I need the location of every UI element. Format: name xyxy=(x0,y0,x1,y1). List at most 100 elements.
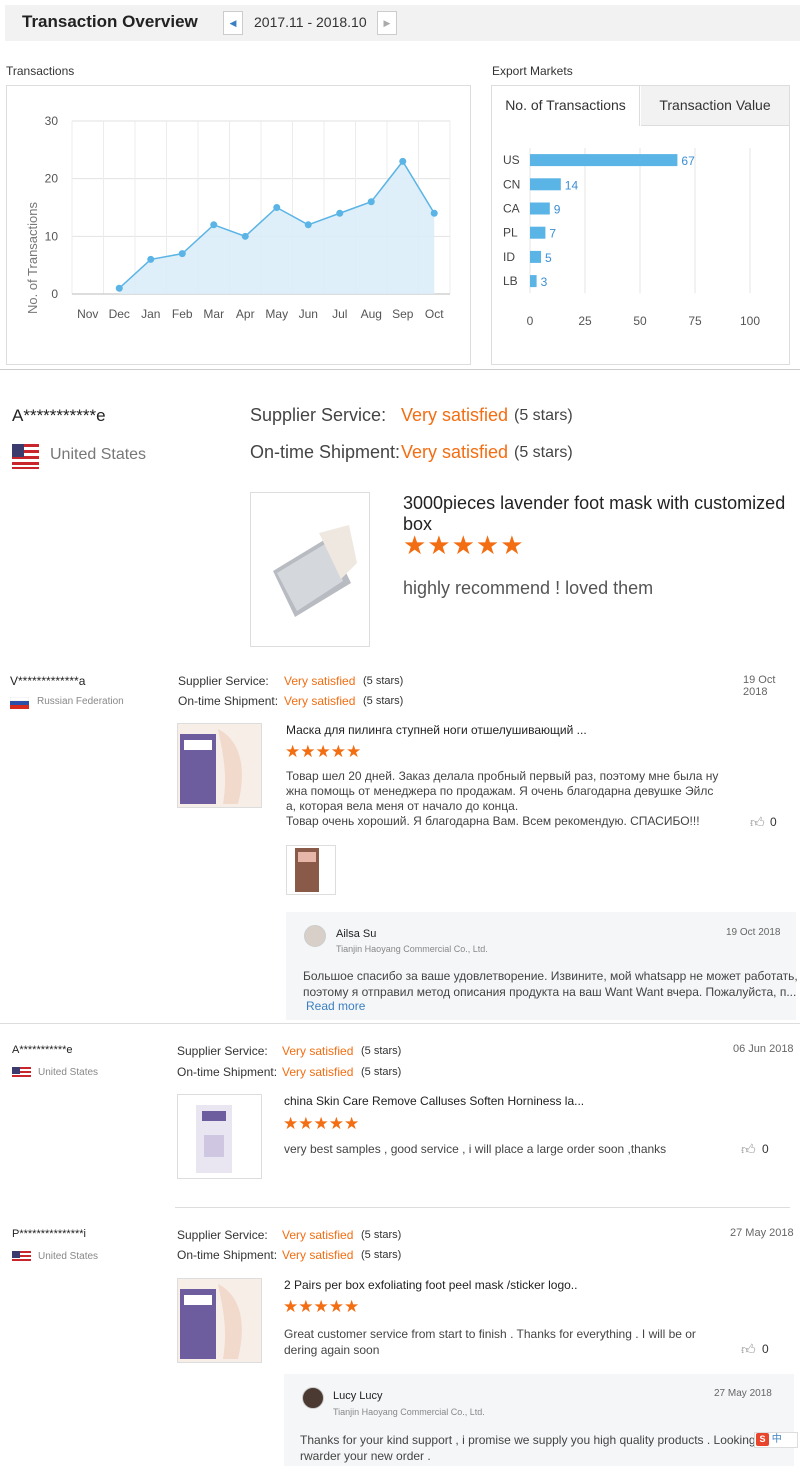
data-point[interactable] xyxy=(367,198,375,206)
product-image[interactable] xyxy=(250,492,370,647)
transactions-label: Transactions xyxy=(6,64,75,78)
x-tick-label: Nov xyxy=(77,307,98,321)
supplier-service-value: Very satisfied xyxy=(282,1044,354,1058)
data-point[interactable] xyxy=(304,221,312,229)
bar[interactable] xyxy=(530,226,546,239)
bar[interactable] xyxy=(530,275,537,288)
bar[interactable] xyxy=(530,154,678,167)
data-point[interactable] xyxy=(399,157,407,165)
tab-no-of-transactions[interactable]: No. of Transactions xyxy=(492,86,640,126)
avatar xyxy=(304,925,326,947)
x-tick-label: Jul xyxy=(332,307,347,321)
supplier-service-value: Very satisfied xyxy=(401,405,509,425)
x-tick-label: Oct xyxy=(425,307,444,321)
review-comment: Great customer service from start to fin… xyxy=(284,1327,696,1357)
supplier-service-stars: (5 stars) xyxy=(363,675,404,687)
ime-toolbar[interactable]: S 中 xyxy=(754,1432,798,1448)
like-button[interactable]: 👍︎ xyxy=(741,1141,756,1158)
like-count: 0 xyxy=(762,1142,769,1156)
product-title[interactable]: 2 Pairs per box exfoliating foot peel ma… xyxy=(284,1278,577,1292)
category-label: CA xyxy=(503,202,520,216)
thumbs-up-icon: 👍︎ xyxy=(741,1141,756,1157)
tab-transaction-value[interactable]: Transaction Value xyxy=(641,86,789,126)
us-flag-icon xyxy=(12,444,39,469)
us-flag-icon xyxy=(12,1251,31,1263)
data-point[interactable] xyxy=(210,221,218,229)
supplier-service-label: Supplier Service: xyxy=(177,1228,268,1242)
like-button[interactable]: 👍︎ xyxy=(741,1341,756,1358)
bar[interactable] xyxy=(530,250,541,263)
data-point[interactable] xyxy=(115,284,123,292)
review-comment: highly recommend ! loved them xyxy=(403,578,654,598)
bar-value-label: 14 xyxy=(565,178,579,192)
supplier-service-value: Very satisfied xyxy=(284,674,356,688)
attached-photo[interactable] xyxy=(286,845,336,895)
buyer-country: United States xyxy=(38,1067,99,1078)
buyer-name: P***************i xyxy=(12,1228,86,1240)
bar-value-label: 9 xyxy=(554,203,561,217)
like-button[interactable]: 👍︎ xyxy=(750,814,765,831)
y-tick-label: 10 xyxy=(45,229,59,243)
data-point[interactable] xyxy=(336,209,344,217)
shipment-stars: (5 stars) xyxy=(361,1249,402,1261)
transactions-panel: 0 10 20 30 Nov Dec Jan Feb Mar Apr May Jun Jul Aug Sep… xyxy=(6,85,471,365)
bar[interactable] xyxy=(530,178,561,191)
replier-name: Ailsa Su xyxy=(336,928,377,940)
supplier-service-stars: (5 stars) xyxy=(361,1045,402,1057)
product-title[interactable]: 3000pieces lavender foot mask with custo… xyxy=(403,493,800,535)
buyer-country: Russian Federation xyxy=(37,696,124,707)
prev-period-button[interactable]: ◀ xyxy=(223,11,243,35)
like-count: 0 xyxy=(770,815,777,829)
product-image[interactable] xyxy=(177,1278,262,1363)
review-date: 27 May 2018 xyxy=(730,1227,794,1239)
supplier-service-stars: (5 stars) xyxy=(361,1229,402,1241)
buyer-country: United States xyxy=(38,1251,99,1262)
data-point[interactable] xyxy=(178,250,186,258)
shipment-value: Very satisfied xyxy=(401,442,509,462)
data-point[interactable] xyxy=(430,209,438,217)
product-title[interactable]: china Skin Care Remove Calluses Soften H… xyxy=(284,1094,584,1108)
supplier-service-label: Supplier Service: xyxy=(178,674,269,688)
rating-stars: ★★★★★ xyxy=(403,530,525,560)
export-markets-label: Export Markets xyxy=(492,64,573,78)
chevron-right-icon: ▶ xyxy=(383,18,391,28)
bar-value-label: 7 xyxy=(549,227,556,241)
data-point[interactable] xyxy=(241,232,249,240)
y-tick-label: 20 xyxy=(45,172,59,186)
rating-stars: ★★★★★ xyxy=(283,1114,360,1133)
page-title: Transaction Overview xyxy=(22,12,198,31)
data-point[interactable] xyxy=(147,255,155,263)
x-tick-label: May xyxy=(265,307,288,321)
divider xyxy=(0,369,800,370)
replier-company: Tianjin Haoyang Commercial Co., Ltd. xyxy=(336,944,488,954)
buyer-name: A***********e xyxy=(12,406,106,425)
avatar xyxy=(302,1387,324,1409)
x-tick-label: Mar xyxy=(203,307,224,321)
category-label: LB xyxy=(503,274,518,288)
reply-text: Thanks for your kind support , i promise… xyxy=(300,1433,755,1463)
shipment-value: Very satisfied xyxy=(282,1248,354,1262)
y-axis-label: No. of Transactions xyxy=(25,202,40,314)
supplier-service-stars: (5 stars) xyxy=(514,407,573,424)
shipment-label: On-time Shipment: xyxy=(177,1065,278,1079)
review-comment: very best samples , good service , i wil… xyxy=(284,1142,667,1156)
category-label: PL xyxy=(503,226,518,240)
shipment-stars: (5 stars) xyxy=(363,695,404,707)
divider xyxy=(0,1023,800,1024)
product-image[interactable] xyxy=(177,723,262,808)
product-title[interactable]: Маска для пилинга ступней ноги отшелушив… xyxy=(286,723,587,737)
read-more-link[interactable]: Read more xyxy=(306,999,365,1013)
x-tick-label: Sep xyxy=(392,307,414,321)
data-point[interactable] xyxy=(273,204,281,211)
x-tick-label: Aug xyxy=(361,307,382,321)
supplier-service-label: Supplier Service: xyxy=(177,1044,268,1058)
like-count: 0 xyxy=(762,1342,769,1356)
replier-name: Lucy Lucy xyxy=(333,1390,383,1402)
next-period-button[interactable]: ▶ xyxy=(377,11,397,35)
review-date: 06 Jun 2018 xyxy=(733,1043,794,1055)
product-image[interactable] xyxy=(177,1094,262,1179)
x-tick-label: 25 xyxy=(578,314,592,328)
review-comment: Товар шел 20 дней. Заказ делала пробный … xyxy=(286,769,719,828)
bar[interactable] xyxy=(530,202,550,215)
shipment-label: On-time Shipment: xyxy=(177,1248,278,1262)
